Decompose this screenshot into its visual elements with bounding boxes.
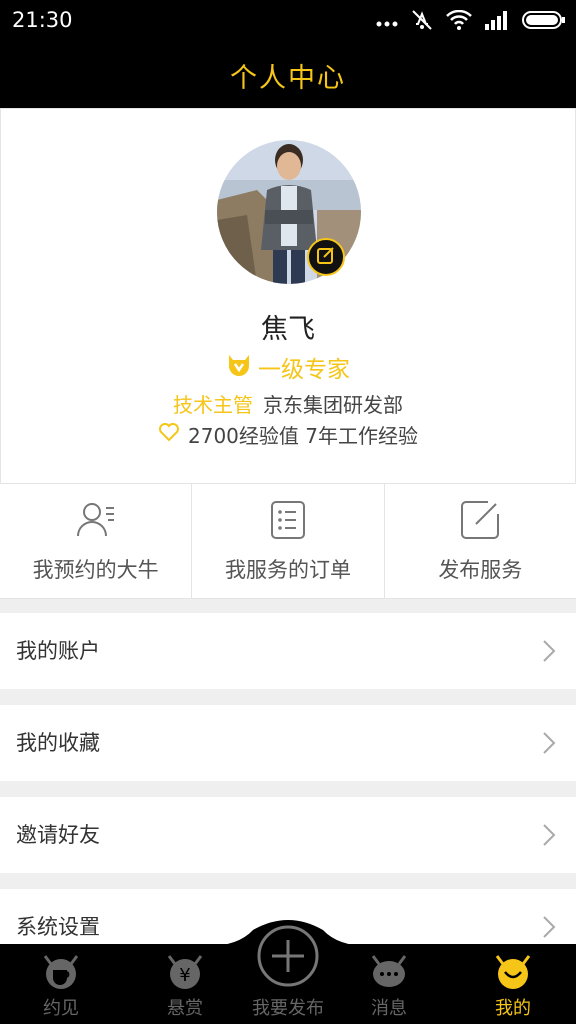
tab-label: 我的 [495, 998, 531, 1019]
order-list-icon [268, 500, 308, 540]
experience-row: 2700经验值 7年工作经验 [1, 420, 575, 449]
signal-icon [484, 10, 510, 34]
menu-item-invite-friends[interactable]: 邀请好友 [0, 797, 576, 873]
tab-label: 约见 [43, 998, 79, 1019]
quick-action-label: 我预约的大牛 [32, 558, 159, 582]
job-row: 技术主管 京东集团研发部 [1, 389, 575, 418]
menu-item-my-favorites[interactable]: 我的收藏 [0, 705, 576, 781]
svg-text:¥: ¥ [179, 965, 190, 986]
page-title: 个人中心 [230, 63, 346, 94]
wifi-icon [446, 9, 472, 34]
yen-devil-icon: ¥ [165, 952, 205, 992]
mute-icon [410, 8, 434, 36]
experience-heart-icon [158, 422, 180, 447]
chevron-right-icon [542, 639, 556, 663]
tab-messages[interactable]: 消息 [341, 944, 437, 1024]
menu-item-label: 我的收藏 [16, 731, 100, 755]
menu-item-my-account[interactable]: 我的账户 [0, 613, 576, 689]
profile-card: 焦飞 一级专家 技术主管 京东集团研发部 2700经验值 7年工作经验 [0, 108, 576, 484]
menu-item-label: 我的账户 [16, 639, 100, 663]
chevron-right-icon [542, 915, 556, 939]
tab-bounty[interactable]: ¥ 悬赏 [137, 944, 233, 1024]
user-list-icon [76, 500, 116, 540]
quick-actions: 我预约的大牛 我服务的订单 发布服务 [0, 484, 576, 599]
experience-text: 2700经验值 7年工作经验 [188, 424, 418, 448]
menu-item-label: 系统设置 [16, 915, 100, 939]
quick-action-label: 我服务的订单 [224, 558, 351, 582]
status-bar: 21:30 [0, 0, 576, 42]
status-icons [376, 8, 566, 36]
coffee-devil-icon [41, 952, 81, 992]
edit-avatar-button[interactable] [307, 238, 345, 276]
level-badge-icon [226, 352, 252, 382]
my-service-orders-button[interactable]: 我服务的订单 [192, 484, 385, 598]
battery-icon [522, 10, 566, 34]
expert-level: 一级专家 [258, 357, 350, 383]
chevron-right-icon [542, 823, 556, 847]
tab-label: 我要发布 [252, 998, 324, 1019]
my-booked-experts-button[interactable]: 我预约的大牛 [0, 484, 193, 598]
edit-icon [460, 500, 500, 540]
plus-circle-icon[interactable] [256, 924, 320, 988]
status-time: 21:30 [12, 8, 73, 32]
chat-devil-icon [369, 952, 409, 992]
menu-item-label: 邀请好友 [16, 823, 100, 847]
tab-mine[interactable]: 我的 [465, 944, 561, 1024]
job-title: 技术主管 [173, 393, 253, 417]
tab-label: 悬赏 [167, 998, 203, 1019]
user-name: 焦飞 [261, 314, 315, 345]
tab-label: 消息 [371, 998, 407, 1019]
publish-service-button[interactable]: 发布服务 [385, 484, 576, 598]
quick-action-label: 发布服务 [438, 558, 523, 582]
more-dots-icon [376, 13, 398, 32]
tab-meet[interactable]: 约见 [13, 944, 109, 1024]
chevron-right-icon [542, 731, 556, 755]
level-row: 一级专家 [1, 350, 575, 384]
company-name: 京东集团研发部 [263, 393, 403, 417]
edit-icon [316, 245, 336, 269]
navigation-bar: 个人中心 [0, 42, 576, 108]
smile-devil-icon [493, 952, 533, 992]
